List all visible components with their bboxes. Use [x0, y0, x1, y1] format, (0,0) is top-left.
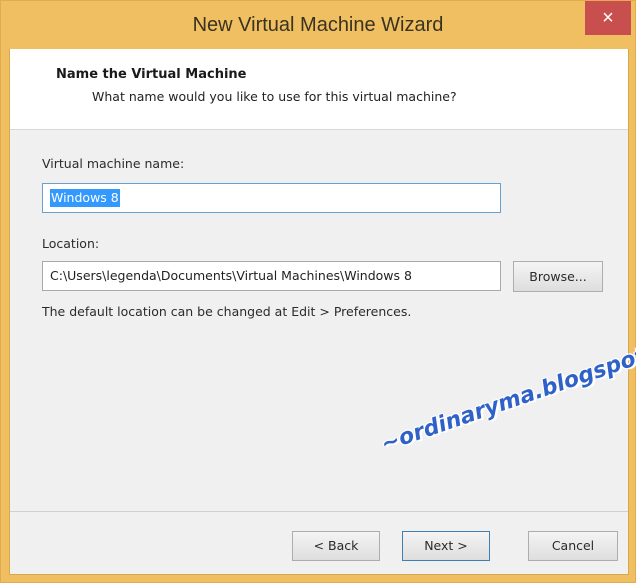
location-label: Location: — [42, 236, 100, 251]
next-button[interactable]: Next > — [402, 531, 490, 561]
watermark-text: ~ordinaryma.blogspot.com~ — [377, 317, 636, 458]
vm-name-label: Virtual machine name: — [42, 156, 185, 171]
location-value: C:\Users\legenda\Documents\Virtual Machi… — [50, 268, 412, 283]
vm-name-value: Windows 8 — [50, 189, 120, 207]
page-title: Name the Virtual Machine — [56, 67, 247, 82]
cancel-button[interactable]: Cancel — [528, 531, 618, 561]
wizard-body: Name the Virtual Machine What name would… — [9, 49, 636, 575]
page-subtitle: What name would you like to use for this… — [92, 89, 457, 104]
wizard-window: New Virtual Machine Wizard × Name the Vi… — [0, 0, 636, 583]
back-button[interactable]: < Back — [292, 531, 380, 561]
window-title: New Virtual Machine Wizard — [192, 14, 444, 36]
location-hint: The default location can be changed at E… — [42, 304, 412, 319]
location-input[interactable]: C:\Users\legenda\Documents\Virtual Machi… — [42, 261, 501, 291]
close-button[interactable]: × — [585, 1, 631, 35]
header-panel: Name the Virtual Machine What name would… — [10, 49, 628, 130]
footer-divider — [10, 511, 628, 512]
close-icon: × — [602, 7, 614, 29]
vm-name-input[interactable]: Windows 8 — [42, 183, 501, 213]
browse-button[interactable]: Browse... — [513, 261, 603, 292]
title-bar[interactable]: New Virtual Machine Wizard × — [1, 1, 635, 49]
